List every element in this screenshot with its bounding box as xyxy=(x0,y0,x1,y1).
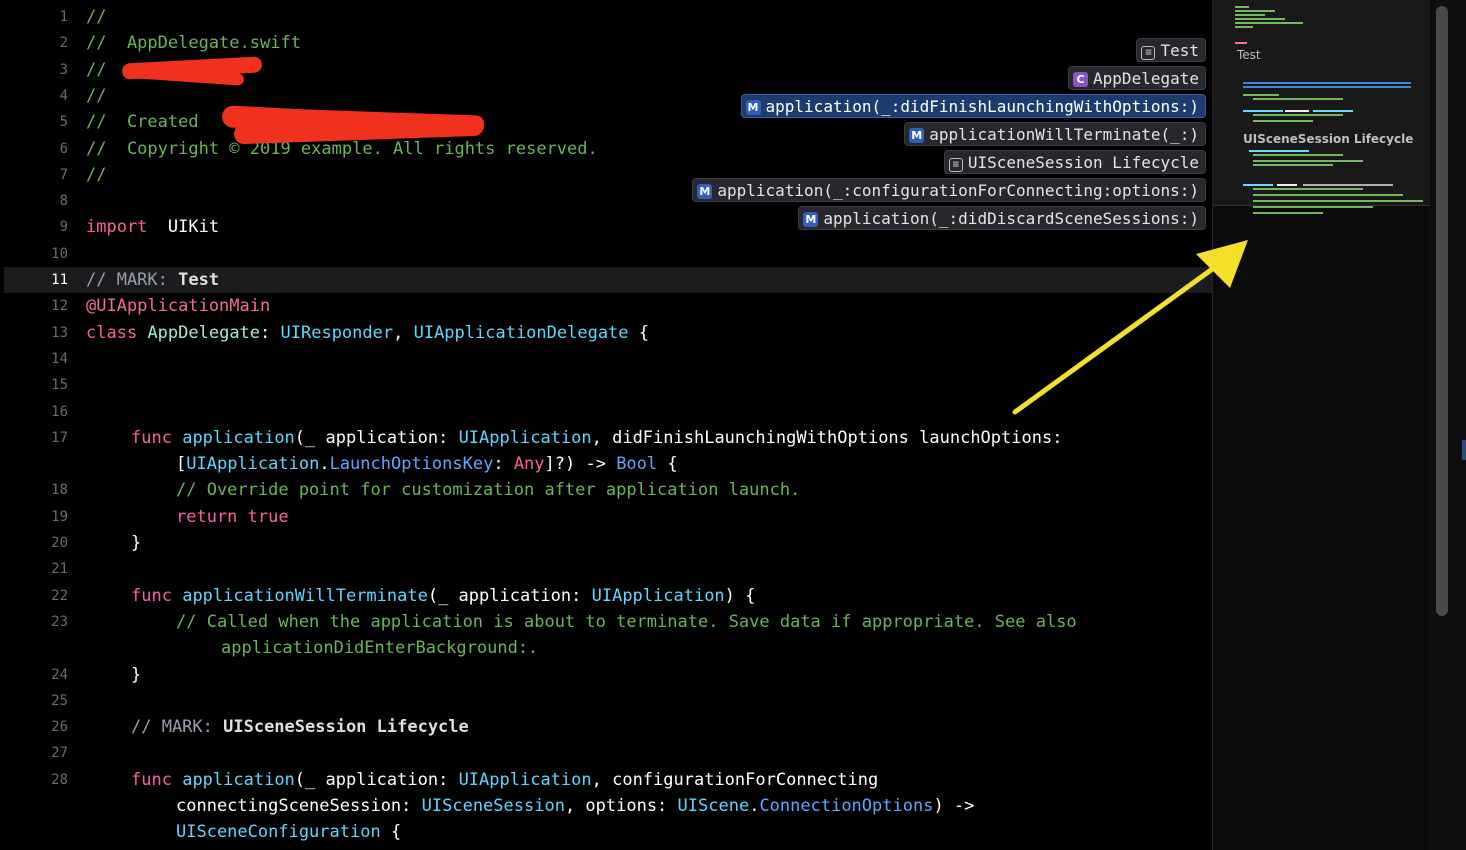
annotation-arrow xyxy=(1012,240,1248,415)
